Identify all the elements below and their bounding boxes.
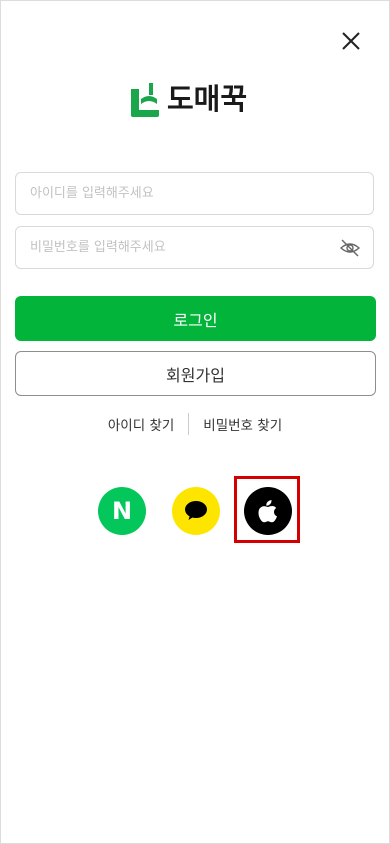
login-screen: 도매꾹 로그인 회원가입 아이디 찾기 비밀번호 찾기 N <box>0 0 390 844</box>
password-field-container <box>15 226 374 269</box>
login-button[interactable]: 로그인 <box>15 296 376 341</box>
find-id-link[interactable]: 아이디 찾기 <box>94 414 188 434</box>
naver-logo-icon: N <box>111 497 133 525</box>
password-input[interactable] <box>16 227 373 268</box>
close-icon <box>342 32 360 50</box>
kakao-login-button[interactable] <box>172 487 220 535</box>
id-input[interactable] <box>16 173 373 214</box>
domeggook-logo-mark-icon <box>131 83 159 117</box>
signup-button[interactable]: 회원가입 <box>15 351 376 396</box>
find-password-link[interactable]: 비밀번호 찾기 <box>189 414 296 434</box>
logo: 도매꾹 <box>129 79 247 119</box>
close-button[interactable] <box>337 27 365 55</box>
password-visibility-toggle[interactable] <box>339 238 361 258</box>
signup-button-label: 회원가입 <box>166 365 225 385</box>
naver-login-button[interactable]: N <box>98 487 146 535</box>
apple-login-button[interactable] <box>244 487 292 535</box>
login-button-label: 로그인 <box>173 310 218 330</box>
account-recovery-links: 아이디 찾기 비밀번호 찾기 <box>1 413 389 435</box>
apple-logo-icon <box>258 500 277 523</box>
logo-text: 도매꾹 <box>167 82 248 116</box>
id-field-container <box>15 172 374 215</box>
eye-off-icon <box>339 239 361 257</box>
kakao-speech-bubble-icon <box>185 501 207 520</box>
